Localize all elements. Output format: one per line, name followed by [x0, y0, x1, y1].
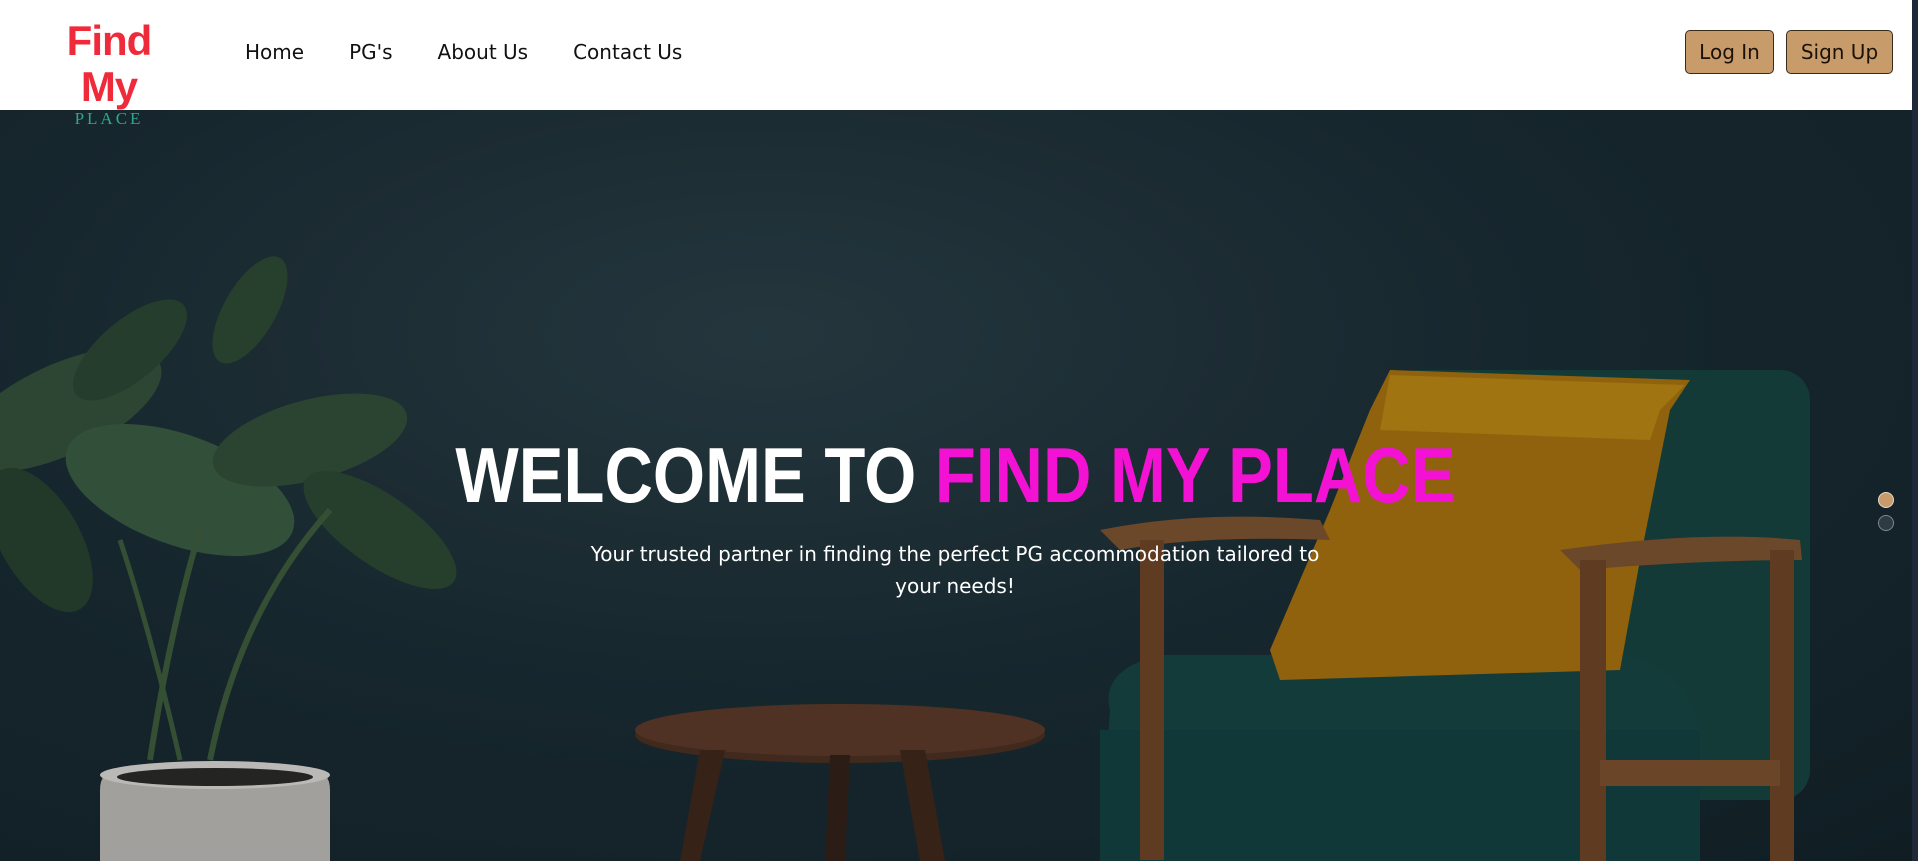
- nav-link-home[interactable]: Home: [245, 38, 304, 66]
- auth-buttons: Log In Sign Up: [1685, 30, 1893, 74]
- hero-subtitle: Your trusted partner in finding the perf…: [590, 542, 1320, 598]
- logo[interactable]: Find My PLACE: [34, 18, 184, 128]
- page: Find My PLACE Home PG's About Us Contact…: [0, 0, 1918, 861]
- nav-link-pgs[interactable]: PG's: [349, 38, 392, 66]
- hero-title: WELCOME TO FIND MY PLACE: [133, 430, 1777, 520]
- carousel-dot-2[interactable]: [1878, 515, 1894, 531]
- logo-main-text: Find My: [66, 17, 153, 110]
- hero-title-highlight: FIND MY PLACE: [934, 431, 1456, 519]
- hero-title-prefix: WELCOME TO: [455, 431, 917, 519]
- nav-link-contact-us[interactable]: Contact Us: [573, 38, 682, 66]
- carousel-dot-1[interactable]: [1878, 492, 1894, 508]
- logo-sub-text: PLACE: [74, 109, 144, 128]
- hero-section: WELCOME TO FIND MY PLACE Your trusted pa…: [0, 110, 1912, 861]
- main-nav: Home PG's About Us Contact Us: [245, 38, 682, 66]
- signup-button[interactable]: Sign Up: [1786, 30, 1893, 74]
- carousel-indicators: [1878, 492, 1894, 531]
- login-button[interactable]: Log In: [1685, 30, 1774, 74]
- scrollbar-edge: [1912, 0, 1918, 861]
- site-header: Find My PLACE Home PG's About Us Contact…: [0, 0, 1912, 128]
- nav-link-about-us[interactable]: About Us: [438, 38, 529, 66]
